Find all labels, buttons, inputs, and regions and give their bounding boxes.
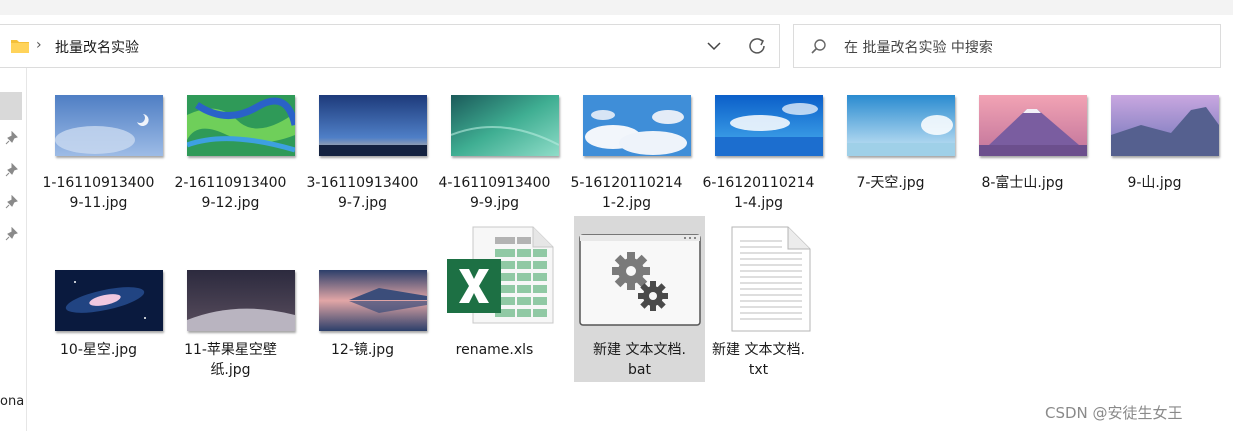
file-item-image[interactable]: 3-16110913400 9-7.jpg bbox=[297, 95, 428, 215]
file-name-line2: 1-4.jpg bbox=[734, 195, 783, 211]
image-thumbnail bbox=[847, 95, 955, 156]
navigation-pane: ona bbox=[0, 68, 27, 431]
file-name-line1: 11-苹果星空壁 bbox=[184, 342, 277, 358]
file-item-image[interactable]: 9-山.jpg bbox=[1089, 95, 1220, 215]
file-name-line1: 4-16110913400 bbox=[438, 175, 551, 191]
image-thumbnail bbox=[187, 270, 295, 331]
file-name-line2: 9-12.jpg bbox=[201, 195, 260, 211]
file-name-line1: 12-镜.jpg bbox=[331, 342, 394, 358]
search-input[interactable] bbox=[842, 36, 1206, 60]
file-item-image[interactable]: 8-富士山.jpg bbox=[957, 95, 1088, 215]
file-name-line1: 10-星空.jpg bbox=[60, 342, 137, 358]
file-item-batch-selected[interactable]: 新建 文本文档. bat bbox=[574, 216, 705, 382]
gear-window-icon bbox=[579, 234, 701, 330]
nav-selected-item[interactable] bbox=[0, 92, 22, 120]
image-thumbnail bbox=[583, 95, 691, 156]
folder-icon bbox=[10, 37, 30, 59]
pin-icon[interactable] bbox=[5, 130, 19, 149]
pin-icon[interactable] bbox=[5, 194, 19, 213]
refresh-icon[interactable] bbox=[747, 36, 767, 60]
file-item-text[interactable]: 新建 文本文档. txt bbox=[693, 225, 824, 385]
file-name-line1: 7-天空.jpg bbox=[856, 175, 925, 191]
file-name-line2: 9-7.jpg bbox=[338, 195, 387, 211]
image-thumbnail bbox=[1111, 95, 1219, 156]
file-name-line1: 新建 文本文档. bbox=[712, 342, 805, 358]
file-name-line1: 6-16120110214 bbox=[702, 175, 815, 191]
text-document-icon bbox=[730, 225, 812, 337]
image-thumbnail bbox=[55, 95, 163, 156]
file-name-line1: 8-富士山.jpg bbox=[981, 175, 1064, 191]
address-bar[interactable]: › 批量改名实验 bbox=[0, 24, 780, 68]
breadcrumb-current-folder[interactable]: 批量改名实验 bbox=[55, 37, 139, 57]
chevron-down-icon[interactable] bbox=[706, 38, 722, 58]
file-name-line1: 新建 文本文档. bbox=[593, 342, 686, 358]
excel-file-icon bbox=[445, 225, 555, 329]
image-thumbnail bbox=[451, 95, 559, 156]
file-name-line2: bat bbox=[628, 362, 651, 378]
file-item-image[interactable]: 12-镜.jpg bbox=[297, 270, 428, 390]
file-item-image[interactable]: 4-16110913400 9-9.jpg bbox=[429, 95, 560, 215]
file-name-line2: 9-11.jpg bbox=[69, 195, 128, 211]
nav-item-label[interactable]: ona bbox=[0, 394, 24, 409]
image-thumbnail bbox=[319, 270, 427, 331]
file-item-image[interactable]: 10-星空.jpg bbox=[33, 270, 164, 390]
image-thumbnail bbox=[715, 95, 823, 156]
file-name-line2: 纸.jpg bbox=[210, 362, 251, 378]
file-item-image[interactable]: 2-16110913400 9-12.jpg bbox=[165, 95, 296, 215]
file-item-image[interactable]: 7-天空.jpg bbox=[825, 95, 956, 215]
pin-icon[interactable] bbox=[5, 226, 19, 245]
file-item-image[interactable]: 1-16110913400 9-11.jpg bbox=[33, 95, 164, 215]
file-name-line1: 3-16110913400 bbox=[306, 175, 419, 191]
image-thumbnail bbox=[55, 270, 163, 331]
file-item-image[interactable]: 5-16120110214 1-2.jpg bbox=[561, 95, 692, 215]
pin-icon[interactable] bbox=[5, 162, 19, 181]
file-name-line2: txt bbox=[748, 362, 769, 378]
image-thumbnail bbox=[187, 95, 295, 156]
file-name-line1: 5-16120110214 bbox=[570, 175, 683, 191]
file-item-image[interactable]: 11-苹果星空壁 纸.jpg bbox=[165, 270, 296, 390]
file-name-line1: 1-16110913400 bbox=[42, 175, 155, 191]
watermark: CSDN @安徒生女王 bbox=[1045, 404, 1183, 422]
breadcrumb-chevron-icon[interactable]: › bbox=[36, 37, 42, 53]
file-name-line2: 9-9.jpg bbox=[470, 195, 519, 211]
file-name-line1: 9-山.jpg bbox=[1127, 175, 1182, 191]
search-icon bbox=[810, 38, 828, 60]
image-thumbnail bbox=[979, 95, 1087, 156]
file-item-image[interactable]: 6-16120110214 1-4.jpg bbox=[693, 95, 824, 215]
file-name-line1: rename.xls bbox=[455, 342, 534, 358]
image-thumbnail bbox=[319, 95, 427, 156]
title-strip bbox=[0, 0, 1233, 15]
file-name-line2: 1-2.jpg bbox=[602, 195, 651, 211]
file-name-line1: 2-16110913400 bbox=[174, 175, 287, 191]
file-item-excel[interactable]: rename.xls bbox=[429, 225, 560, 390]
search-box[interactable] bbox=[793, 24, 1221, 68]
